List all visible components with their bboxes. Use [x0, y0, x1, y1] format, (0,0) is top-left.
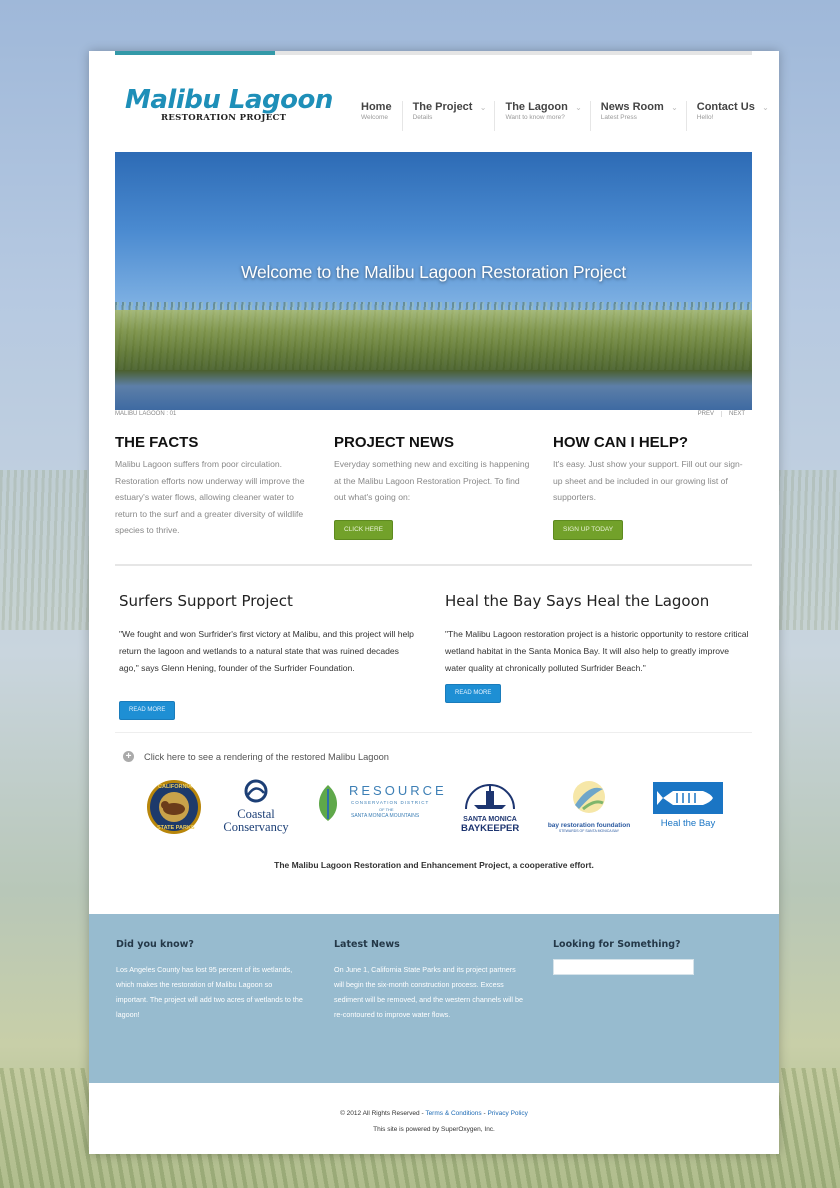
partner-tagline: The Malibu Lagoon Restoration and Enhanc…: [274, 860, 594, 870]
heal-the-bay-read-more-button[interactable]: READ MORE: [445, 684, 502, 703]
latest-news-text: On June 1, California State Parks and it…: [334, 965, 523, 1019]
sign-up-button[interactable]: SIGN UP TODAY: [553, 520, 624, 540]
section-divider: [115, 564, 752, 566]
coastal-conservancy-logo[interactable]: Coastal Conservancy: [216, 779, 296, 834]
did-you-know-title: Did you know?: [116, 939, 194, 950]
nav-item-contact-us[interactable]: Contact Us Hello! ⌄: [685, 101, 777, 131]
search-title: Looking for Something?: [553, 939, 681, 950]
parks-text-bottom: STATE PARKS: [157, 825, 195, 831]
coastal-wave-icon: [244, 779, 268, 803]
nav-desc: Welcome: [361, 114, 388, 121]
surfers-story-text: "We fought and won Surfrider's first vic…: [119, 629, 414, 673]
hero-water: [115, 370, 752, 410]
heal-the-bay-logo[interactable]: Heal the Bay: [652, 782, 724, 829]
slide-label: MALIBU LAGOON : 01: [115, 411, 177, 417]
facts-column: THE FACTS Malibu Lagoon suffers from poo…: [115, 434, 313, 539]
leaf-icon: [318, 785, 338, 821]
nav-label: The Project: [412, 101, 473, 113]
nav-label: News Room: [600, 101, 664, 113]
heal-the-bay-text: Heal the Bay: [660, 818, 716, 829]
rcd-text-4: SANTA MONICA MOUNTAINS: [351, 813, 420, 819]
brf-text-2: STEWARDS OF SANTA MONICA BAY: [558, 829, 620, 833]
chevron-down-icon: ⌄: [671, 103, 678, 112]
facts-title: THE FACTS: [115, 434, 199, 451]
terms-link[interactable]: Terms & Conditions: [425, 1110, 481, 1117]
footer-info: Did you know? Los Angeles County has los…: [89, 914, 779, 1083]
nav-desc: Latest Press: [600, 114, 637, 121]
california-state-parks-logo[interactable]: CALIFORNIA STATE PARKS: [144, 779, 206, 842]
bay-restoration-foundation-logo[interactable]: bay restoration foundation STEWARDS OF S…: [539, 779, 639, 833]
slider-next-button[interactable]: NEXT: [720, 411, 752, 417]
chevron-down-icon: ⌄: [762, 103, 769, 112]
logo-title: Malibu Lagoon: [125, 85, 333, 115]
latest-news-title: Latest News: [334, 939, 400, 950]
project-news-title: PROJECT NEWS: [334, 434, 455, 451]
site-logo[interactable]: Malibu Lagoon RESTORATION PROJECT: [125, 85, 333, 123]
project-news-text: Everyday something new and exciting is h…: [334, 459, 530, 502]
surfers-read-more-button[interactable]: READ MORE: [119, 701, 176, 720]
slider-nav: PREV NEXT: [691, 411, 752, 417]
nav-item-home[interactable]: Home Welcome: [351, 101, 402, 131]
chevron-down-icon: ⌄: [479, 103, 487, 112]
copyright-text: © 2012 All Rights Reserved -: [340, 1110, 426, 1117]
nav-label: Home: [361, 101, 392, 113]
partner-logos: CALIFORNIA STATE PARKS Coastal Conservan…: [89, 779, 779, 839]
nav-item-the-project[interactable]: The Project Details ⌄: [401, 101, 495, 131]
hero-slider: Welcome to the Malibu Lagoon Restoration…: [115, 152, 752, 410]
latest-news-column: Latest News On June 1, California State …: [334, 939, 524, 1022]
powered-by: This site is powered by SuperOxygen, Inc…: [373, 1126, 495, 1133]
rcd-text-1: RESOURCE: [349, 783, 447, 798]
facts-text: Malibu Lagoon suffers from poor circulat…: [115, 459, 305, 535]
nav-label: Contact Us: [696, 101, 755, 113]
baykeeper-logo[interactable]: SANTA MONICA BAYKEEPER: [461, 781, 519, 834]
click-here-button[interactable]: CLICK HERE: [334, 520, 394, 540]
surfers-story-title: Surfers Support Project: [119, 592, 293, 610]
boat-icon: [465, 784, 515, 810]
rcd-text-2: CONSERVATION DISTRICT: [351, 800, 430, 805]
search-input[interactable]: [553, 959, 694, 975]
plus-circle-icon: +: [123, 751, 134, 762]
fish-icon: [653, 782, 723, 814]
did-you-know-text: Los Angeles County has lost 95 percent o…: [116, 965, 303, 1019]
nav-label: The Lagoon: [505, 101, 568, 113]
baykeeper-text-2: BAYKEEPER: [461, 823, 520, 834]
search-column: Looking for Something?: [553, 939, 743, 975]
heal-the-bay-story: Heal the Bay Says Heal the Lagoon "The M…: [445, 592, 751, 703]
hero-grass: [115, 310, 752, 370]
did-you-know-column: Did you know? Los Angeles County has los…: [116, 939, 306, 1022]
wave-circle-icon: [573, 781, 605, 813]
rendering-link-text: Click here to see a rendering of the res…: [144, 751, 389, 762]
help-title: HOW CAN I HELP?: [553, 434, 688, 451]
copyright: © 2012 All Rights Reserved - Terms & Con…: [89, 1106, 779, 1138]
section-divider: [115, 732, 752, 733]
rendering-link[interactable]: + Click here to see a rendering of the r…: [123, 751, 389, 762]
nav-desc: Details: [412, 114, 433, 121]
nav-item-news-room[interactable]: News Room Latest Press ⌄: [589, 101, 686, 131]
heal-the-bay-story-text: "The Malibu Lagoon restoration project i…: [445, 629, 749, 673]
parks-text-top: CALIFORNIA: [158, 784, 192, 790]
slider-prev-button[interactable]: PREV: [691, 411, 721, 417]
how-can-i-help-column: HOW CAN I HELP? It's easy. Just show you…: [553, 434, 751, 540]
brf-text-1: bay restoration foundation: [547, 822, 631, 829]
rcd-logo[interactable]: RESOURCE CONSERVATION DISTRICT OF THE SA…: [313, 783, 444, 828]
coastal-text-2: Conservancy: [223, 820, 289, 834]
nav-item-the-lagoon[interactable]: The Lagoon Want to know more? ⌄: [494, 101, 589, 131]
page-container: Malibu Lagoon RESTORATION PROJECT Home W…: [89, 51, 779, 1154]
nav-desc: Want to know more?: [505, 114, 565, 121]
top-accent-bar: [115, 51, 752, 55]
rcd-text-3: OF THE: [379, 807, 394, 812]
help-text: It's easy. Just show your support. Fill …: [553, 459, 743, 502]
nav-desc: Hello!: [696, 114, 714, 121]
project-news-column: PROJECT NEWS Everyday something new and …: [334, 434, 532, 540]
heal-the-bay-story-title: Heal the Bay Says Heal the Lagoon: [445, 592, 710, 610]
chevron-down-icon: ⌄: [575, 103, 582, 112]
privacy-link[interactable]: Privacy Policy: [487, 1110, 527, 1117]
surfers-story: Surfers Support Project "We fought and w…: [119, 592, 419, 720]
main-nav: Home Welcome The Project Details ⌄ The L…: [351, 101, 777, 131]
hero-caption: Welcome to the Malibu Lagoon Restoration…: [240, 262, 626, 282]
